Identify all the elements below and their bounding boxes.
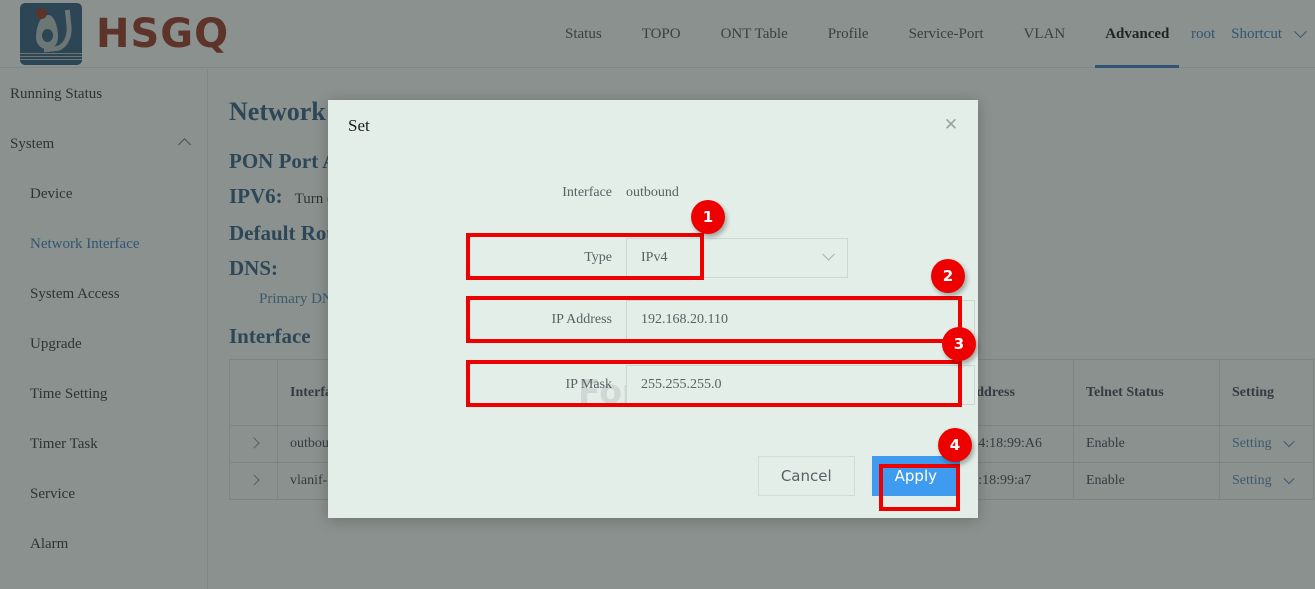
highlight-box-ip-address <box>466 296 962 343</box>
cancel-button[interactable]: Cancel <box>758 456 855 496</box>
dialog-title: Set <box>348 116 370 136</box>
step-badge-4: 4 <box>938 428 972 462</box>
highlight-box-ip-mask <box>466 360 962 407</box>
step-badge-1: 1 <box>691 200 725 234</box>
interface-row: Interface outbound <box>328 185 828 201</box>
app-root: HSGQ Status TOPO ONT Table Profile Servi… <box>0 0 1315 589</box>
close-icon[interactable]: ✕ <box>942 116 960 134</box>
chevron-down-icon <box>822 247 835 260</box>
step-badge-2: 2 <box>931 259 965 293</box>
interface-value: outbound <box>626 185 679 201</box>
step-badge-3: 3 <box>942 327 976 361</box>
interface-label: Interface <box>328 185 626 201</box>
highlight-box-type <box>466 233 704 280</box>
highlight-box-apply <box>879 464 960 511</box>
